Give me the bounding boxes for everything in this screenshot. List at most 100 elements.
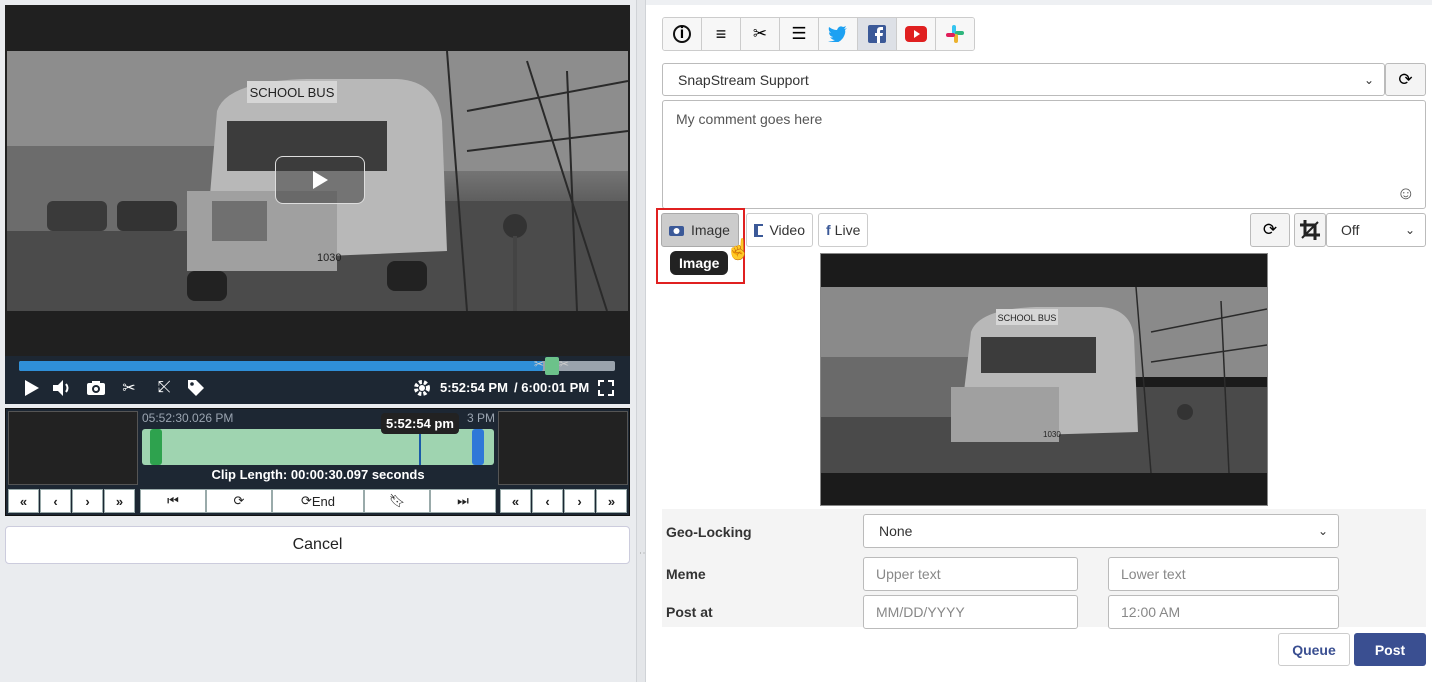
- youtube-icon: [905, 26, 927, 42]
- meme-upper-input[interactable]: Upper text: [863, 557, 1078, 591]
- video-player[interactable]: SCHOOL BUS 1030: [5, 5, 630, 356]
- double-chevron-right-icon: »: [607, 493, 616, 509]
- clip-range[interactable]: [142, 429, 494, 465]
- account-select-value: SnapStream Support: [678, 71, 809, 88]
- meme-lower-input[interactable]: Lower text: [1108, 557, 1339, 591]
- tag-button[interactable]: [185, 378, 207, 398]
- image-button-label: Image: [691, 222, 730, 238]
- settings-button[interactable]: [411, 378, 433, 398]
- video-editor-panel: SCHOOL BUS 1030 ✂ ✂ ✂ ⤪ 5:52:54 PM / 6:0…: [0, 0, 636, 682]
- end-skip-forward-button[interactable]: ›: [564, 489, 595, 513]
- account-select[interactable]: SnapStream Support ⌄: [662, 63, 1385, 96]
- camera-icon: [87, 381, 105, 395]
- clip-start-handle[interactable]: [150, 429, 162, 465]
- skip-forward-far-button[interactable]: »: [104, 489, 135, 513]
- crop-icon: [1300, 220, 1320, 240]
- tag-icon: [188, 380, 204, 396]
- bookmark-button[interactable]: 🔖︎: [364, 489, 430, 513]
- clip-marker-icon: ✂: [559, 357, 570, 371]
- end-thumbnail: [498, 411, 628, 485]
- mute-button[interactable]: [51, 378, 73, 398]
- set-end-label: End: [311, 493, 336, 509]
- tab-clip[interactable]: ✂: [741, 18, 780, 50]
- video-frame: SCHOOL BUS 1030: [7, 51, 628, 311]
- panel-divider[interactable]: ⋮: [636, 0, 649, 682]
- fullscreen-button[interactable]: [595, 378, 617, 398]
- double-chevron-right-icon: »: [115, 493, 124, 509]
- end-skip-forward-far-button[interactable]: »: [596, 489, 627, 513]
- end-skip-back-far-button[interactable]: «: [500, 489, 531, 513]
- clip-button[interactable]: ✂: [118, 378, 140, 398]
- fullscreen-icon: [598, 380, 614, 396]
- chevron-right-icon: ›: [85, 493, 90, 509]
- clip-end-handle[interactable]: [472, 429, 484, 465]
- bus-number-text: 1030: [317, 252, 341, 264]
- crop-select[interactable]: Off ⌄: [1326, 213, 1426, 247]
- post-button[interactable]: Post: [1354, 633, 1426, 666]
- playhead[interactable]: [419, 429, 421, 465]
- tab-youtube[interactable]: [897, 18, 936, 50]
- geo-locking-select[interactable]: None ⌄: [863, 514, 1339, 548]
- loop-icon: ⟳: [233, 493, 245, 508]
- seek-bar[interactable]: ✂ ✂: [19, 357, 615, 375]
- meme-lower-placeholder: Lower text: [1121, 566, 1186, 582]
- chevron-right-icon: ›: [577, 493, 582, 509]
- tab-twitter[interactable]: [819, 18, 858, 50]
- tab-slack[interactable]: [936, 18, 974, 50]
- share-panel: i ≡ ✂ ☰ SnapStream Support ⌄ ⟳ My commen…: [646, 5, 1432, 682]
- skip-end-icon: ⏭: [457, 493, 469, 508]
- refresh-icon: ⟳: [1262, 220, 1278, 239]
- post-at-label: Post at: [666, 604, 713, 620]
- snapshot-button[interactable]: [85, 378, 107, 398]
- seek-bar-played: [19, 361, 544, 371]
- player-controls: ✂ ✂ ✂ ⤪ 5:52:54 PM / 6:00:01 PM: [5, 356, 630, 404]
- skip-back-button[interactable]: ‹: [40, 489, 71, 513]
- skip-forward-button[interactable]: ›: [72, 489, 103, 513]
- trim-panel: 05:52:30.026 PM 3 PM 5:52:54 pm Clip Len…: [5, 408, 630, 516]
- end-skip-back-button[interactable]: ‹: [532, 489, 563, 513]
- video-button[interactable]: Video: [746, 213, 813, 247]
- set-end-button[interactable]: ⟳ End: [272, 489, 364, 513]
- meme-upper-placeholder: Upper text: [876, 566, 941, 582]
- image-preview: SCHOOL BUS 1030: [820, 253, 1268, 506]
- refresh-preview-button[interactable]: ⟳: [1250, 213, 1290, 247]
- refresh-accounts-button[interactable]: ⟳: [1385, 63, 1426, 96]
- skip-back-far-button[interactable]: «: [8, 489, 39, 513]
- preview-bus-sign-text: SCHOOL BUS: [998, 313, 1057, 323]
- comment-textarea[interactable]: My comment goes here ☺: [662, 100, 1426, 209]
- emoji-icon[interactable]: ☺: [1397, 183, 1415, 204]
- go-to-start-button[interactable]: ⏮: [140, 489, 206, 513]
- volume-icon: [53, 380, 69, 396]
- go-to-end-button[interactable]: ⏭: [430, 489, 496, 513]
- preview-scene: SCHOOL BUS 1030: [821, 287, 1267, 473]
- scissors-icon: ✂: [122, 380, 136, 397]
- share-tabs: i ≡ ✂ ☰: [662, 17, 975, 51]
- crop-button[interactable]: [1294, 213, 1326, 247]
- post-time-input[interactable]: 12:00 AM: [1108, 595, 1339, 629]
- meme-label: Meme: [666, 566, 706, 582]
- live-button-label: Live: [834, 222, 861, 238]
- cancel-button[interactable]: Cancel: [5, 526, 630, 564]
- tab-facebook[interactable]: [858, 18, 897, 50]
- post-options-form: Geo-Locking None ⌄ Meme Upper text Lower…: [662, 509, 1426, 629]
- tab-text[interactable]: ≡: [702, 18, 741, 50]
- camera-icon: [669, 226, 684, 236]
- loop-button[interactable]: ⟳: [206, 489, 272, 513]
- tab-list[interactable]: ☰: [780, 18, 819, 50]
- clip-marker: [545, 357, 559, 375]
- video-button-label: Video: [769, 222, 805, 238]
- double-chevron-left-icon: «: [19, 493, 28, 509]
- big-play-button[interactable]: [275, 156, 365, 204]
- play-button[interactable]: [21, 378, 43, 398]
- clip-marker-icon: ✂: [534, 357, 545, 371]
- bookmark-icon: 🔖︎: [388, 493, 406, 508]
- chevron-down-icon: ⌄: [1404, 223, 1415, 237]
- tab-info[interactable]: i: [663, 18, 702, 50]
- split-button[interactable]: ⤪: [153, 378, 175, 398]
- post-date-input[interactable]: MM/DD/YYYY: [863, 595, 1078, 629]
- list-icon: ☰: [791, 24, 807, 43]
- loop-icon: ⟳: [300, 493, 312, 508]
- live-button[interactable]: f Live: [818, 213, 868, 247]
- queue-button[interactable]: Queue: [1278, 633, 1350, 666]
- chevron-down-icon: ⌄: [1363, 72, 1374, 87]
